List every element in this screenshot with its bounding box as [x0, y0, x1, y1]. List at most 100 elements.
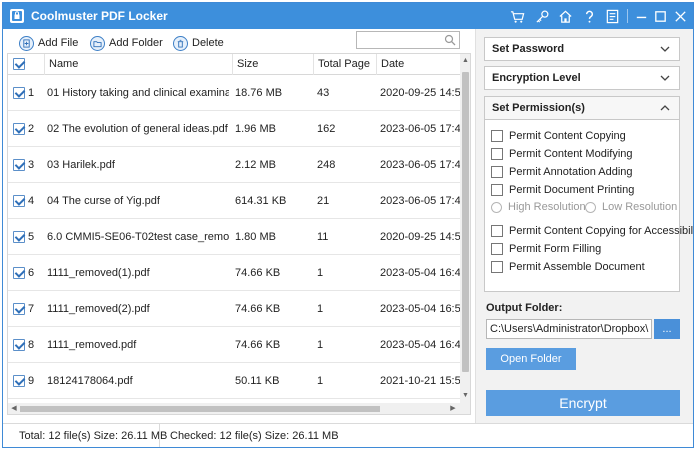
low-resolution-radio[interactable]	[585, 201, 596, 213]
vertical-scrollbar[interactable]: ▲ ▼	[460, 54, 470, 403]
search-input[interactable]	[357, 32, 441, 48]
encryption-level-section[interactable]: Encryption Level	[484, 66, 680, 90]
status-divider	[159, 424, 160, 447]
row-checkbox[interactable]	[13, 123, 25, 135]
total-page-cell: 1	[317, 267, 324, 279]
permit-annotation-adding-checkbox[interactable]	[491, 166, 503, 178]
row-checkbox[interactable]	[13, 87, 25, 99]
scroll-up-icon[interactable]: ▲	[462, 57, 469, 65]
scroll-down-icon[interactable]: ▼	[462, 392, 469, 400]
permit-document-printing-checkbox[interactable]	[491, 184, 503, 196]
column-size[interactable]: Size	[232, 54, 258, 75]
file-size-cell: 18.76 MB	[235, 87, 283, 99]
date-cell: 2023-05-04 16:55:2	[380, 303, 460, 315]
permissions-list: Permit Content Copying Permit Content Mo…	[484, 120, 693, 292]
permit-document-printing[interactable]: Permit Document Printing	[491, 183, 634, 197]
date-cell: 2023-05-04 16:46:4	[380, 267, 460, 279]
delete-button[interactable]: Delete	[173, 34, 224, 52]
scroll-left-icon[interactable]: ◀	[10, 405, 18, 413]
row-number: 6	[28, 267, 35, 279]
maximize-icon[interactable]	[651, 7, 669, 25]
row-checkbox[interactable]	[13, 159, 25, 171]
row-checkbox[interactable]	[13, 303, 25, 315]
total-page-cell: 248	[317, 159, 336, 171]
table-row[interactable]: 5 6.0 CMMI5-SE06-T02test case_removed....…	[8, 219, 460, 255]
file-name-cell: 02 The evolution of general ideas.pdf	[47, 123, 228, 135]
row-number: 3	[28, 159, 35, 171]
add-file-button[interactable]: Add File	[19, 34, 78, 52]
total-page-cell: 162	[317, 123, 336, 135]
scroll-right-icon[interactable]: ▶	[449, 405, 457, 413]
add-folder-button[interactable]: Add Folder	[90, 34, 163, 52]
minimize-icon[interactable]	[632, 7, 650, 25]
date-cell: 2020-09-25 14:50:2	[380, 231, 460, 243]
permit-content-copying-label: Permit Content Copying	[509, 130, 626, 142]
high-resolution-radio[interactable]	[491, 201, 502, 213]
permit-content-copying-checkbox[interactable]	[491, 130, 503, 142]
row-checkbox[interactable]	[13, 375, 25, 387]
permit-form-filling-checkbox[interactable]	[491, 243, 503, 255]
open-folder-button[interactable]: Open Folder	[486, 348, 576, 370]
cart-icon[interactable]	[508, 7, 526, 25]
set-password-section[interactable]: Set Password	[484, 37, 680, 61]
table-row[interactable]: 6 1111_removed(1).pdf 74.66 KB 1 2023-05-04 …	[8, 255, 460, 291]
set-permissions-section[interactable]: Set Permission(s)	[484, 96, 680, 120]
help-icon[interactable]	[580, 7, 598, 25]
column-date[interactable]: Date	[376, 54, 404, 75]
vertical-scroll-thumb[interactable]	[462, 72, 469, 372]
column-name[interactable]: Name	[44, 54, 78, 75]
file-size-cell: 74.66 KB	[235, 267, 281, 279]
permit-form-filling[interactable]: Permit Form Filling	[491, 242, 601, 256]
permit-assemble-document-label: Permit Assemble Document	[509, 261, 645, 273]
permit-content-modifying-checkbox[interactable]	[491, 148, 503, 160]
row-checkbox[interactable]	[13, 195, 25, 207]
row-number: 2	[28, 123, 35, 135]
permit-copying-accessibility-checkbox[interactable]	[491, 225, 503, 237]
table-row[interactable]: 8 1111_removed.pdf 74.66 KB 1 2023-05-04 16:…	[8, 327, 460, 363]
high-resolution-option[interactable]: High Resolution	[491, 200, 586, 214]
permit-copying-accessibility[interactable]: Permit Content Copying for Accessibility	[491, 224, 694, 238]
encrypt-button[interactable]: Encrypt	[486, 390, 680, 416]
feedback-icon[interactable]	[603, 7, 621, 25]
select-all-checkbox[interactable]	[13, 58, 25, 70]
row-checkbox[interactable]	[13, 231, 25, 243]
file-size-cell: 74.66 KB	[235, 303, 281, 315]
add-file-icon	[19, 35, 34, 51]
low-resolution-label: Low Resolution	[602, 201, 678, 213]
table-row[interactable]: 9 18124178064.pdf 50.11 KB 1 2021-10-21 15:5…	[8, 363, 460, 399]
row-checkbox[interactable]	[13, 267, 25, 279]
permit-copying-accessibility-label: Permit Content Copying for Accessibility	[509, 225, 694, 237]
permit-assemble-document-checkbox[interactable]	[491, 261, 503, 273]
table-row[interactable]: 7 1111_removed(2).pdf 74.66 KB 1 2023-05-04 …	[8, 291, 460, 327]
date-cell: 2020-09-25 14:50:2	[380, 87, 460, 99]
row-number: 5	[28, 231, 35, 243]
home-icon[interactable]	[556, 7, 574, 25]
key-icon[interactable]	[533, 7, 551, 25]
high-resolution-label: High Resolution	[508, 201, 586, 213]
column-total-page[interactable]: Total Page	[313, 54, 370, 75]
output-folder-field[interactable]	[486, 319, 652, 339]
low-resolution-option[interactable]: Low Resolution	[585, 200, 677, 214]
table-row[interactable]: 4 04 The curse of Yig.pdf 614.31 KB 21 2023-…	[8, 183, 460, 219]
table-row[interactable]: 1 01 History taking and clinical examinat…	[8, 75, 460, 111]
permit-content-modifying[interactable]: Permit Content Modifying	[491, 147, 633, 161]
horizontal-scroll-thumb[interactable]	[20, 406, 380, 412]
browse-button[interactable]: ...	[654, 319, 680, 339]
file-size-cell: 2.12 MB	[235, 159, 276, 171]
total-page-cell: 1	[317, 339, 324, 351]
row-checkbox[interactable]	[13, 339, 25, 351]
add-folder-label: Add Folder	[109, 37, 163, 49]
trash-icon	[173, 35, 188, 51]
chevron-down-icon	[660, 46, 670, 52]
permit-content-copying[interactable]: Permit Content Copying	[491, 129, 626, 143]
permit-assemble-document[interactable]: Permit Assemble Document	[491, 260, 645, 274]
search-box[interactable]	[356, 31, 460, 49]
close-icon[interactable]	[671, 7, 689, 25]
output-folder-input[interactable]	[487, 320, 649, 338]
horizontal-scrollbar[interactable]: ◀ ▶	[8, 403, 470, 414]
table-row[interactable]: 2 02 The evolution of general ideas.pdf 1.…	[8, 111, 460, 147]
search-icon[interactable]	[444, 34, 456, 46]
table-row[interactable]: 3 03 Harilek.pdf 2.12 MB 248 2023-06-05 17:4…	[8, 147, 460, 183]
date-cell: 2023-06-05 17:46:1	[380, 159, 460, 171]
permit-annotation-adding[interactable]: Permit Annotation Adding	[491, 165, 633, 179]
